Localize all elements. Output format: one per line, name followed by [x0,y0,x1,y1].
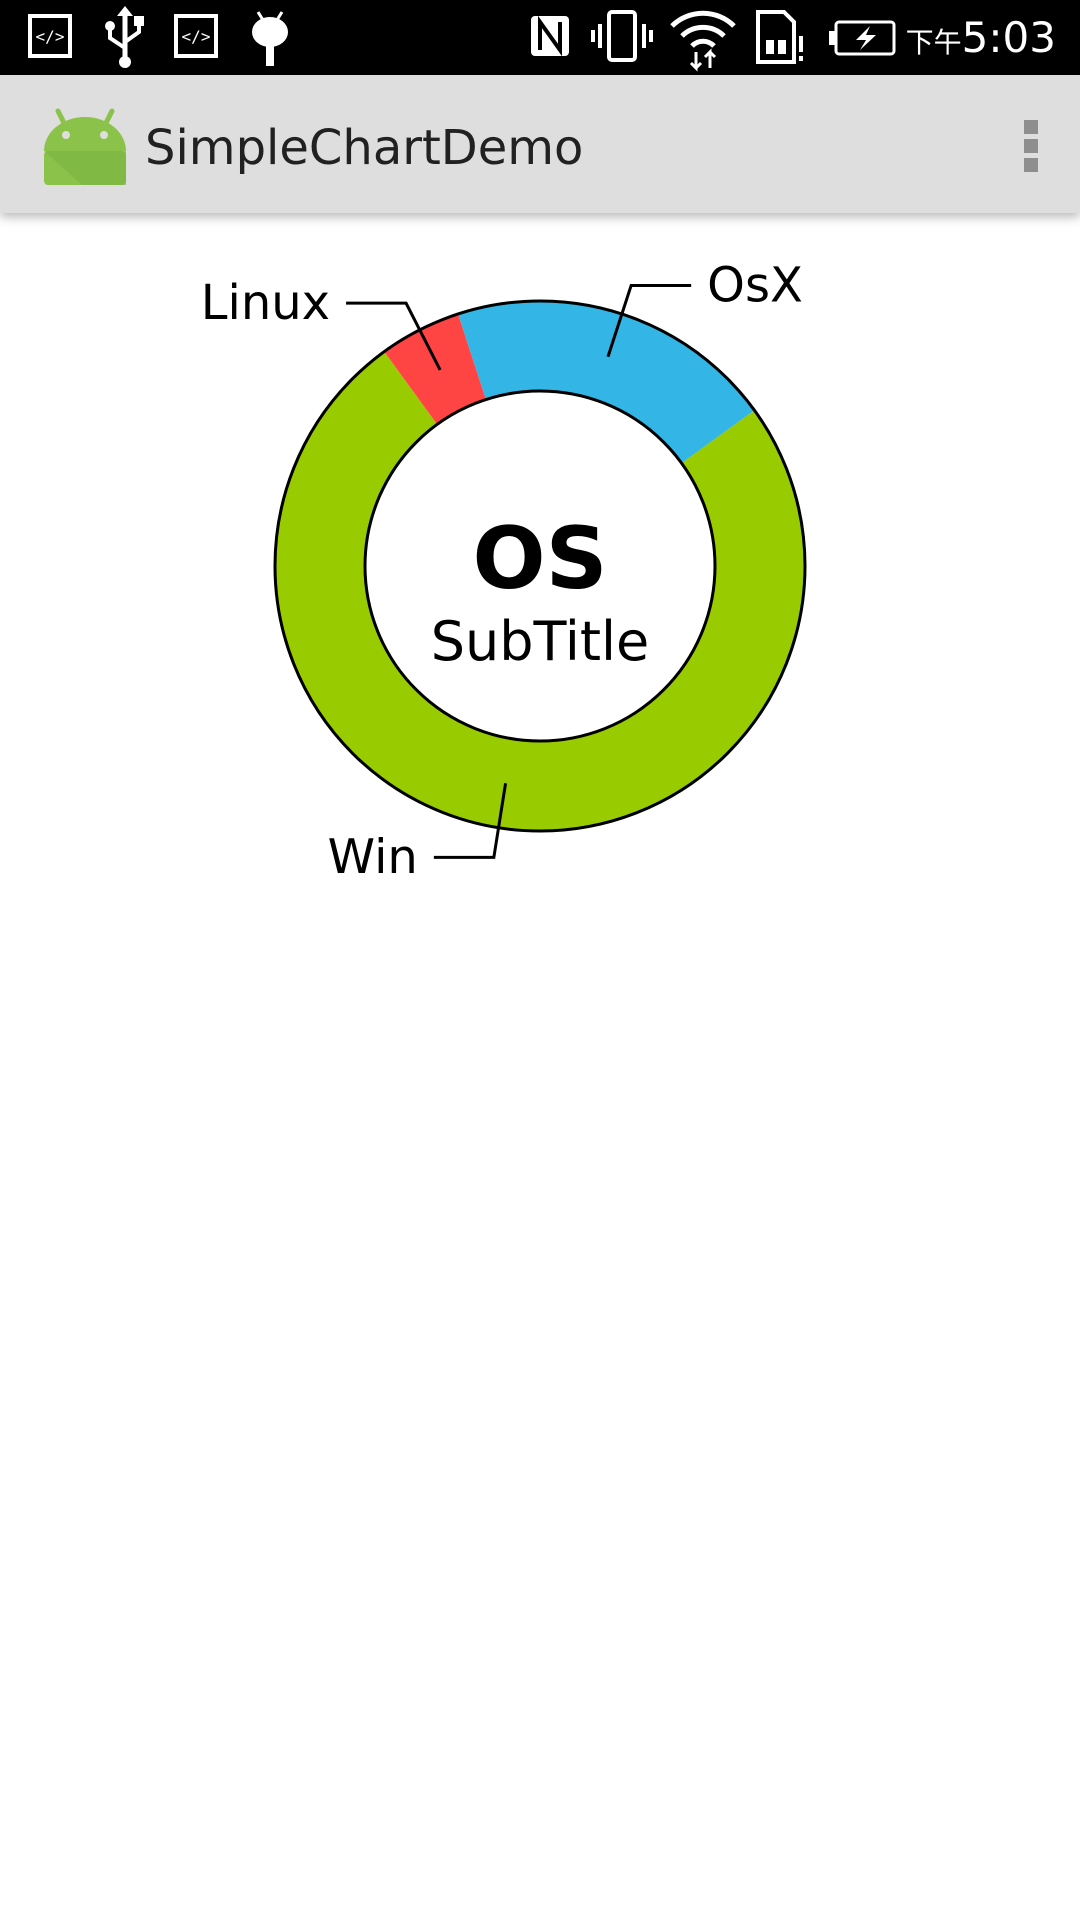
slice-label-osx: OsX [707,257,803,313]
chart-title: OS [472,509,607,609]
overflow-menu-button[interactable] [984,75,1080,213]
donut-chart[interactable]: OSSubTitle Win Linux OsX [0,213,1080,885]
slice-label-linux: Linux [201,275,330,331]
svg-text:</>: </> [182,27,211,46]
svg-text:</>: </> [36,27,65,46]
status-time-prefix: 下午 [905,26,962,59]
chart-area: OS SubTitle Win Linux OsX [0,213,1080,885]
status-time: 5:03 [961,13,1056,62]
vibrate-icon [591,10,653,62]
slice-label-win: Win [328,829,418,873]
overflow-menu-icon [1024,120,1038,134]
app-title: SimpleChartDemo [145,120,584,176]
nfc-icon [531,15,569,57]
code-icon: </> [28,14,72,58]
sim-alert-icon [756,10,803,64]
usb-icon [105,6,144,68]
code-icon: </> [174,14,218,58]
android-debug-icon [252,11,288,66]
status-bar: </> </> 下午5:03 [0,0,1080,75]
android-icon [44,108,126,185]
status-clock: 下午5:03 [906,0,1056,75]
wifi-icon [670,10,736,72]
app-bar: SimpleChartDemo [0,75,1080,213]
chart-subtitle: SubTitle [431,610,650,673]
battery-charging-icon [829,20,896,56]
